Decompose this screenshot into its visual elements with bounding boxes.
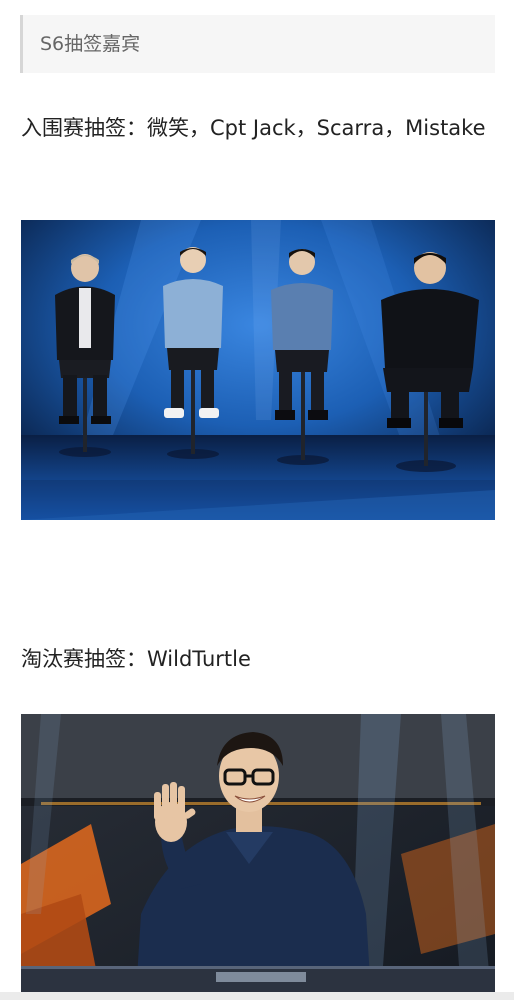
qualifier-draw-paragraph: 入围赛抽签：微笑，Cpt Jack，Scarra，Mistake [21, 116, 486, 140]
knockout-draw-photo[interactable] [21, 714, 495, 994]
bottom-edge-bar [0, 992, 514, 1000]
stage-photo-four-guests-seated [21, 220, 495, 520]
stage-photo-guest-waving [21, 714, 495, 994]
knockout-draw-paragraph: 淘汰赛抽签：WildTurtle [21, 647, 251, 671]
article-page: S6抽签嘉宾 入围赛抽签：微笑，Cpt Jack，Scarra，Mistake [0, 0, 514, 1000]
section-heading-text: S6抽签嘉宾 [40, 33, 141, 55]
section-heading-quote: S6抽签嘉宾 [20, 15, 495, 73]
qualifier-draw-photo[interactable] [21, 220, 495, 520]
